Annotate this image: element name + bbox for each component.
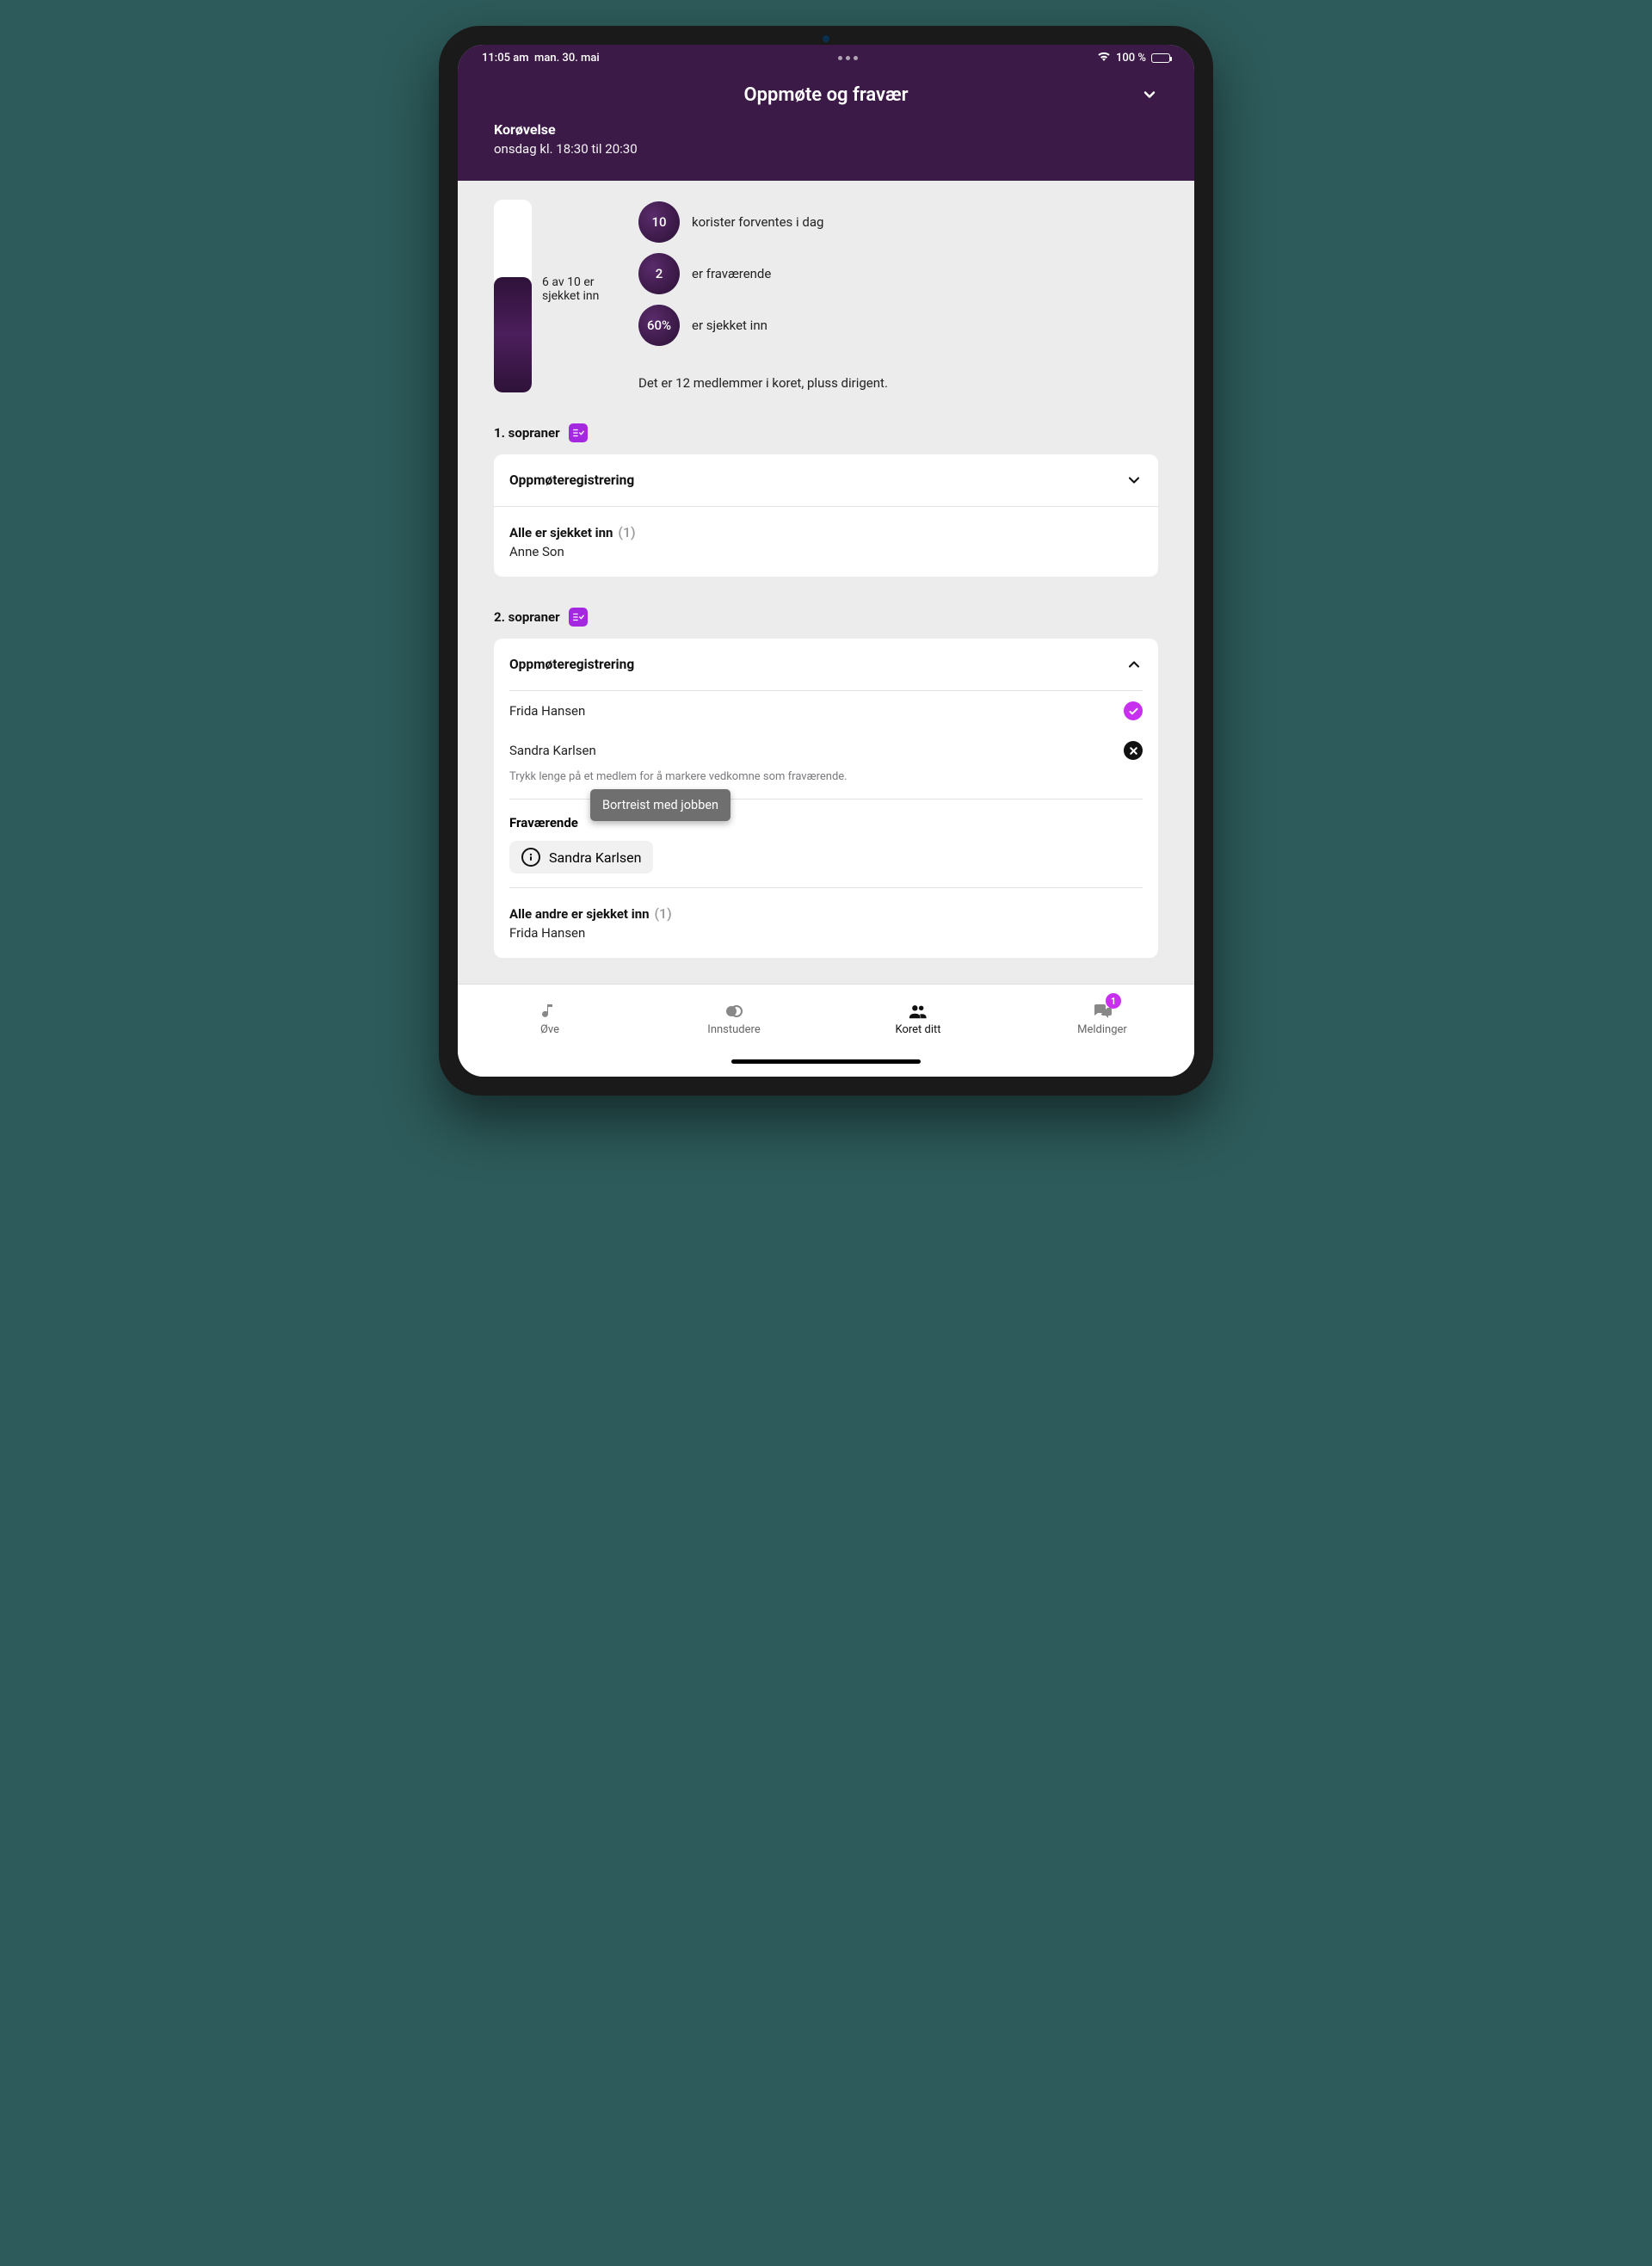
- status-right: 100 %: [1097, 51, 1170, 65]
- info-icon: [521, 848, 540, 867]
- member-name-s1: Anne Son: [509, 544, 1143, 559]
- music-note-icon: [540, 1003, 559, 1020]
- home-indicator[interactable]: [458, 1054, 1194, 1077]
- stat-expected-text: korister forventes i dag: [692, 214, 823, 230]
- registration-label-s1: Oppmøteregistrering: [509, 472, 634, 488]
- event-type: Korøvelse: [494, 121, 1158, 138]
- section-1-title: 1. sopraner: [494, 425, 560, 441]
- battery-icon: [1151, 53, 1170, 63]
- battery-text: 100 %: [1116, 52, 1146, 65]
- messages-badge: 1: [1106, 993, 1121, 1009]
- member-row[interactable]: Sandra Karlsen: [494, 731, 1158, 770]
- status-time: 11:05 am: [482, 52, 529, 65]
- tab-label: Meldinger: [1077, 1023, 1127, 1036]
- chevron-up-icon: [1125, 656, 1143, 673]
- chevron-down-icon: [1125, 472, 1143, 489]
- others-checked-count: (1): [654, 905, 671, 922]
- app-header: Oppmøte og fravær Korøvelse onsdag kl. 1…: [458, 71, 1194, 181]
- progress-bar: [494, 200, 532, 392]
- tab-label: Koret ditt: [895, 1023, 940, 1036]
- progress-label: 6 av 10 er sjekket inn: [542, 275, 628, 303]
- page-title: Oppmøte og fravær: [494, 84, 1158, 106]
- all-checked-count-s1: (1): [618, 524, 635, 540]
- check-circle-icon[interactable]: [1124, 701, 1143, 720]
- circles-icon: [724, 1003, 743, 1020]
- absent-member-name: Sandra Karlsen: [549, 849, 641, 866]
- registration-toggle-s1[interactable]: Oppmøteregistrering: [494, 454, 1158, 506]
- tab-choir[interactable]: Koret ditt: [826, 985, 1010, 1054]
- stat-checked-circle: 60%: [638, 305, 680, 346]
- absence-tooltip: Bortreist med jobben: [590, 789, 730, 821]
- tab-practice[interactable]: Øve: [458, 985, 642, 1054]
- tab-bar: Øve Innstudere Koret ditt 1 Meldinger: [458, 984, 1194, 1054]
- member-row[interactable]: Frida Hansen: [494, 691, 1158, 731]
- status-center-dots: [838, 56, 858, 60]
- tab-label: Øve: [540, 1023, 559, 1036]
- status-bar: 11:05 am man. 30. mai 100 %: [458, 45, 1194, 71]
- checklist-icon: [569, 423, 588, 442]
- status-date: man. 30. mai: [534, 52, 600, 65]
- status-time-date: 11:05 am man. 30. mai: [482, 52, 600, 65]
- registration-label-s2: Oppmøteregistrering: [509, 657, 634, 672]
- absent-member-chip[interactable]: Sandra Karlsen: [509, 841, 653, 874]
- chevron-down-icon[interactable]: [1141, 86, 1158, 103]
- all-checked-label-s1: Alle er sjekket inn: [509, 525, 613, 540]
- member-name: Frida Hansen: [509, 703, 585, 719]
- stat-footer: Det er 12 medlemmer i koret, pluss dirig…: [638, 375, 1158, 391]
- stat-absent-circle: 2: [638, 253, 680, 294]
- stat-absent-text: er fraværende: [692, 266, 771, 281]
- tab-learn[interactable]: Innstudere: [642, 985, 826, 1054]
- event-time: onsdag kl. 18:30 til 20:30: [494, 141, 1158, 157]
- others-checked-label: Alle andre er sjekket inn: [509, 906, 650, 922]
- registration-toggle-s2[interactable]: Oppmøteregistrering: [494, 639, 1158, 690]
- others-checked-member: Frida Hansen: [509, 925, 1143, 941]
- checklist-icon: [569, 608, 588, 627]
- tab-label: Innstudere: [707, 1023, 760, 1036]
- wifi-icon: [1097, 51, 1111, 65]
- x-circle-icon[interactable]: [1124, 741, 1143, 760]
- stat-checked-text: er sjekket inn: [692, 318, 767, 333]
- stat-expected-circle: 10: [638, 201, 680, 243]
- people-icon: [909, 1003, 928, 1020]
- tab-messages[interactable]: 1 Meldinger: [1010, 985, 1194, 1054]
- section-2-title: 2. sopraner: [494, 609, 560, 625]
- member-name: Sandra Karlsen: [509, 743, 596, 758]
- camera-dot: [823, 35, 829, 42]
